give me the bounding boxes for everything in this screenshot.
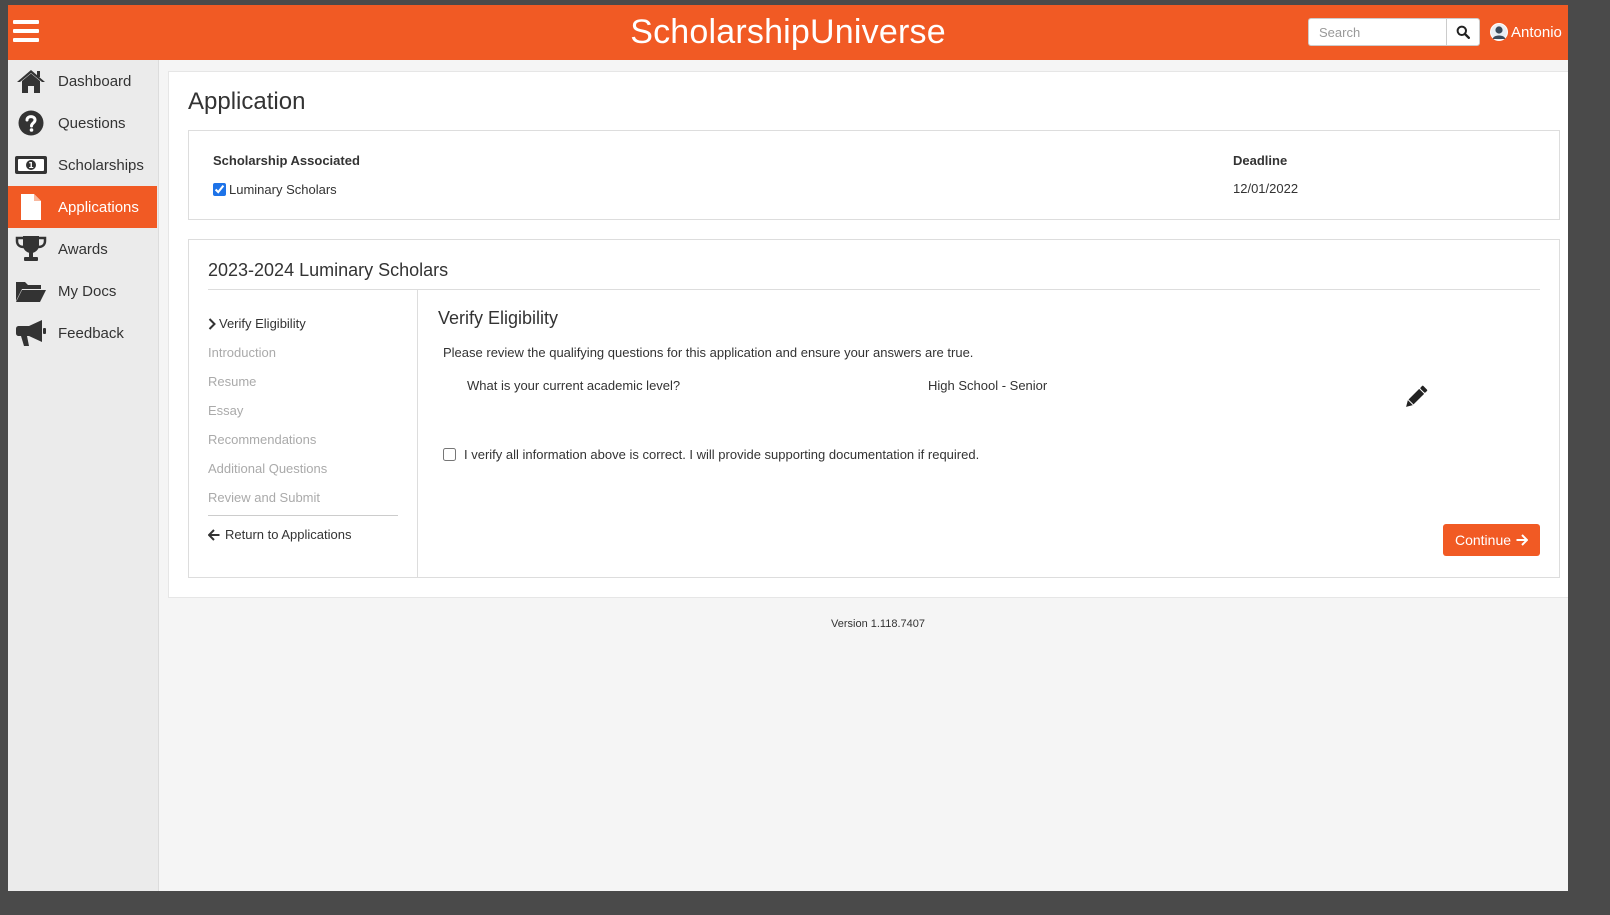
step-review-and-submit[interactable]: Review and Submit: [208, 490, 320, 505]
scholarship-checkbox-row[interactable]: Luminary Scholars: [213, 182, 337, 197]
folder-open-icon: [11, 279, 51, 303]
home-icon: [11, 68, 51, 94]
qualifying-answer: High School - Senior: [928, 378, 1048, 393]
sidebar-item-awards[interactable]: Awards: [8, 228, 157, 270]
step-introduction[interactable]: Introduction: [208, 345, 276, 360]
user-name: Antonio: [1511, 23, 1562, 41]
sidebar-item-scholarships[interactable]: 1 Scholarships: [8, 144, 157, 186]
continue-label: Continue: [1454, 532, 1512, 548]
step-label: Recommendations: [208, 432, 317, 447]
step-label: Additional Questions: [208, 461, 328, 476]
scholarship-checkbox[interactable]: [213, 183, 226, 196]
arrow-left-icon: [208, 528, 220, 541]
trophy-icon: [11, 235, 51, 263]
section-description: Please review the qualifying questions f…: [443, 345, 974, 360]
verify-confirmation-row[interactable]: I verify all information above is correc…: [443, 447, 979, 462]
arrow-right-icon: [1516, 534, 1529, 546]
money-bill-icon: 1: [11, 154, 51, 176]
step-essay[interactable]: Essay: [208, 403, 243, 418]
sidebar-item-feedback[interactable]: Feedback: [8, 312, 157, 354]
sidebar-item-label: Applications: [58, 198, 139, 216]
sidebar-item-label: Questions: [58, 114, 126, 132]
user-menu[interactable]: Antonio: [1490, 21, 1562, 43]
application-title: 2023-2024 Luminary Scholars: [208, 260, 449, 280]
step-label: Introduction: [208, 345, 276, 360]
step-label: Review and Submit: [208, 490, 320, 505]
application-steps-nav: Verify Eligibility Introduction Resume E…: [189, 290, 418, 577]
hamburger-menu-icon[interactable]: [13, 18, 39, 44]
verify-checkbox[interactable]: [443, 448, 456, 461]
application-card: Application Scholarship Associated Lumin…: [168, 71, 1568, 598]
scholarship-name: Luminary Scholars: [229, 182, 337, 197]
qualifying-question: What is your current academic level?: [467, 378, 681, 393]
sidebar-item-applications[interactable]: Applications: [8, 186, 157, 228]
search-group: [1308, 18, 1480, 46]
chevron-right-icon: [208, 317, 216, 330]
sidebar-item-label: Dashboard: [58, 72, 132, 90]
continue-button[interactable]: Continue: [1443, 524, 1540, 556]
sidebar-item-label: Scholarships: [58, 156, 144, 174]
sidebar-item-dashboard[interactable]: Dashboard: [8, 60, 157, 102]
verify-confirmation-text: I verify all information above is correc…: [464, 447, 980, 462]
deadline-heading: Deadline: [1233, 153, 1288, 168]
step-additional-questions[interactable]: Additional Questions: [208, 461, 327, 476]
pencil-icon: [1406, 385, 1428, 407]
file-icon: [11, 193, 51, 221]
top-header-bar: ScholarshipUniverse Antonio: [8, 5, 1568, 60]
sidebar-item-label: Awards: [58, 240, 108, 258]
version-footer: Version 1.118.7407: [831, 618, 925, 630]
sidebar-item-questions[interactable]: Questions: [8, 102, 157, 144]
divider: [208, 515, 398, 516]
user-avatar-icon: [1490, 23, 1508, 41]
return-link-label: Return to Applications: [225, 527, 352, 542]
step-label: Essay: [208, 403, 244, 418]
search-button[interactable]: [1446, 18, 1480, 46]
bullhorn-icon: [11, 319, 51, 347]
section-title: Verify Eligibility: [438, 308, 559, 328]
scholarship-association-panel: Scholarship Associated Luminary Scholars…: [188, 130, 1560, 220]
step-label: Verify Eligibility: [219, 316, 306, 331]
sidebar-item-label: Feedback: [58, 324, 124, 342]
step-verify-eligibility[interactable]: Verify Eligibility: [208, 316, 306, 331]
sidebar-item-my-docs[interactable]: My Docs: [8, 270, 157, 312]
app-window: ScholarshipUniverse Antonio: [8, 5, 1568, 891]
deadline-value: 12/01/2022: [1233, 181, 1299, 196]
verify-eligibility-section: Verify Eligibility Please review the qua…: [418, 290, 1559, 577]
sidebar-item-label: My Docs: [58, 282, 117, 300]
search-icon: [1456, 25, 1470, 39]
step-resume[interactable]: Resume: [208, 374, 256, 389]
step-recommendations[interactable]: Recommendations: [208, 432, 316, 447]
step-label: Resume: [208, 374, 257, 389]
search-input[interactable]: [1308, 18, 1446, 46]
application-panel: 2023-2024 Luminary Scholars Verify Eligi…: [188, 239, 1560, 578]
scholarship-associated-heading: Scholarship Associated: [213, 153, 360, 168]
svg-text:1: 1: [28, 161, 34, 170]
return-to-applications-link[interactable]: Return to Applications: [208, 527, 351, 542]
edit-answer-button[interactable]: [1401, 382, 1431, 412]
page-title: Application: [188, 88, 306, 115]
sidebar: Dashboard Questions 1 Scholarships Appli…: [8, 60, 159, 891]
question-circle-icon: [11, 110, 51, 136]
